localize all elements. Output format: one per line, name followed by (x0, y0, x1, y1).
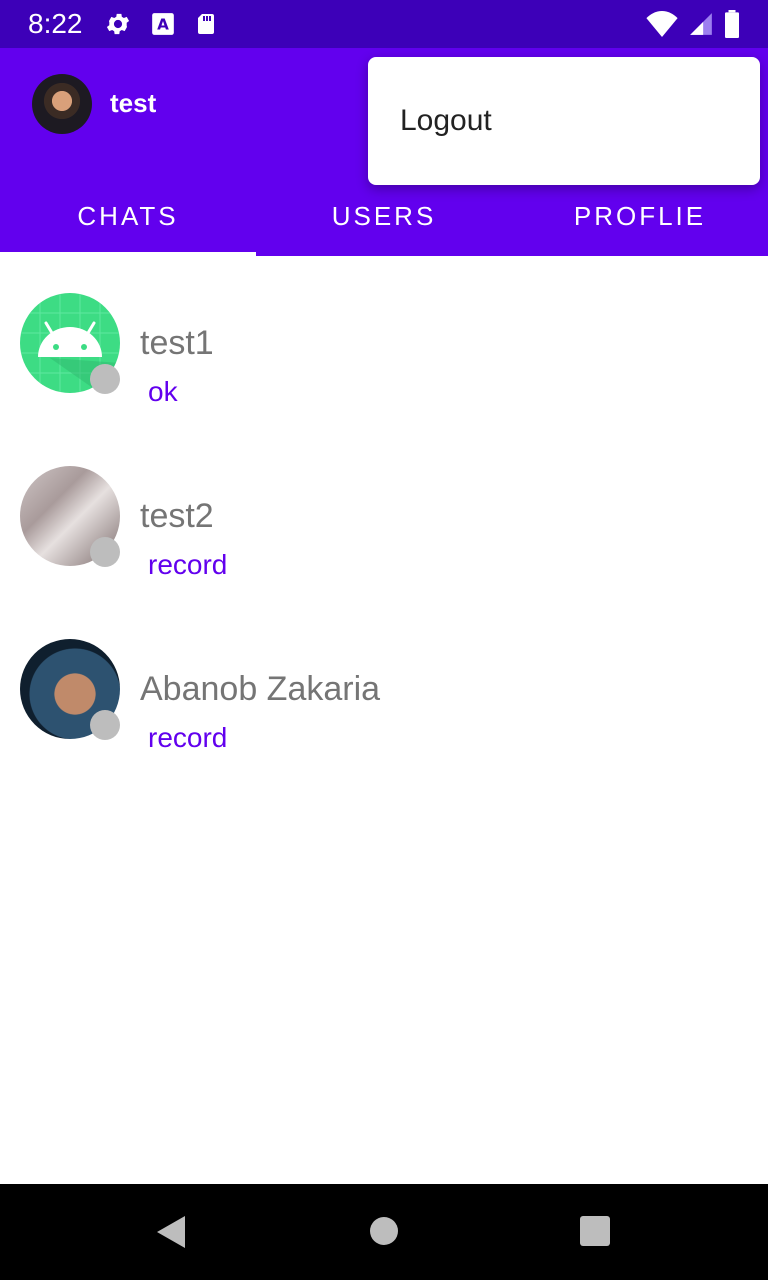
chat-name: test1 (140, 324, 214, 362)
chat-list-item[interactable]: Abanob Zakaria record (0, 602, 768, 775)
battery-icon (725, 10, 739, 38)
wifi-icon (646, 11, 678, 37)
user-avatar[interactable] (32, 74, 92, 134)
chat-app-screen: 8:22 A test CHATS USERS PROFLIE Logout t… (0, 0, 768, 1280)
chat-last-message: record (148, 722, 228, 753)
tab-profile[interactable]: PROFLIE (512, 176, 768, 256)
tab-users-label: USERS (331, 200, 437, 231)
chat-name: test2 (140, 497, 214, 535)
tab-chats[interactable]: CHATS (0, 176, 256, 256)
chat-list: test1 ok test2 record Abanob Zakaria rec… (0, 256, 768, 775)
tab-profile-label: PROFLIE (573, 200, 707, 231)
status-icons-right (646, 10, 740, 38)
overflow-menu: Logout (368, 57, 760, 185)
offline-status-dot (90, 364, 120, 394)
chat-list-item[interactable]: test1 ok (0, 256, 768, 429)
status-icons-left: A (104, 10, 218, 38)
recent-apps-icon[interactable] (580, 1216, 610, 1246)
logout-menu-item[interactable]: Logout (368, 57, 760, 185)
chat-last-message: record (148, 549, 228, 580)
system-navigation-bar (0, 1184, 768, 1280)
toolbar-title: test (110, 88, 157, 118)
accessibility-a-icon: A (152, 13, 174, 35)
sd-card-icon (198, 14, 214, 34)
chat-list-item[interactable]: test2 record (0, 429, 768, 602)
status-bar: 8:22 A (0, 0, 768, 48)
tab-users[interactable]: USERS (256, 176, 512, 256)
settings-icon (106, 13, 130, 35)
svg-text:A: A (157, 15, 169, 33)
offline-status-dot (90, 537, 120, 567)
back-icon[interactable] (155, 1214, 187, 1250)
status-time: 8:22 (28, 8, 83, 39)
cell-signal-icon (690, 13, 712, 35)
chat-last-message: ok (148, 376, 178, 407)
tab-bar: CHATS USERS PROFLIE (0, 176, 768, 256)
chat-name: Abanob Zakaria (140, 670, 381, 708)
tab-chats-label: CHATS (77, 200, 179, 231)
home-icon[interactable] (369, 1216, 399, 1246)
offline-status-dot (90, 710, 120, 740)
